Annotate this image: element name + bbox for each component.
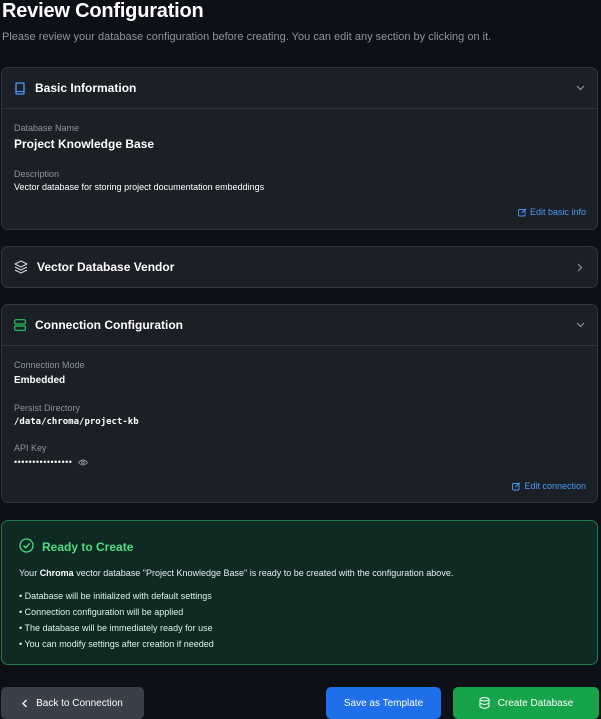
api-key-value: •••••••••••••••• (14, 457, 73, 467)
page-subtitle: Please review your database configuratio… (2, 31, 492, 43)
persist-directory-label: Persist Directory (14, 403, 81, 413)
api-key-label: API Key (14, 443, 47, 453)
api-key-row: •••••••••••••••• (14, 457, 89, 467)
edit-connection-link[interactable]: Edit connection (512, 481, 586, 491)
page-title: Review Configuration (2, 0, 204, 22)
connection-mode-label: Connection Mode (14, 360, 85, 370)
list-item: • Database will be initialized with defa… (19, 591, 212, 601)
connection-title: Connection Configuration (35, 318, 183, 332)
description-value: Vector database for storing project docu… (14, 182, 265, 192)
save-as-template-button[interactable]: Save as Template (326, 687, 441, 719)
edit-basic-info-link[interactable]: Edit basic info (518, 207, 586, 217)
persist-directory-value: /data/chroma/project-kb (14, 417, 139, 427)
edit-icon (512, 481, 521, 491)
ready-text-suffix: vector database "Project Knowledge Base"… (73, 568, 454, 578)
edit-connection-label: Edit connection (524, 481, 586, 491)
list-item: • You can modify settings after creation… (19, 639, 214, 649)
database-icon (479, 697, 490, 709)
server-icon (14, 319, 26, 331)
ready-to-create-panel: Ready to Create Your Chroma vector datab… (1, 520, 598, 665)
check-circle-icon (19, 538, 34, 558)
ready-description: Your Chroma vector database "Project Kno… (19, 568, 453, 578)
database-name-label: Database Name (14, 123, 80, 133)
chevron-down-icon[interactable] (575, 83, 585, 93)
ready-text-prefix: Your (19, 568, 40, 578)
divider (2, 345, 597, 346)
connection-header[interactable]: Connection Configuration (2, 305, 597, 345)
ready-list: • Database will be initialized with defa… (19, 588, 214, 652)
back-button-label: Back to Connection (36, 697, 123, 709)
ready-title: Ready to Create (42, 540, 134, 554)
vendor-title: Vector Database Vendor (37, 260, 175, 274)
edit-basic-info-label: Edit basic info (529, 207, 586, 217)
list-item: • Connection configuration will be appli… (19, 607, 184, 617)
basic-info-card: Basic Information Database Name Project … (1, 67, 598, 230)
chevron-down-icon[interactable] (575, 320, 585, 330)
connection-mode-value: Embedded (14, 375, 66, 386)
chevron-right-icon[interactable] (575, 262, 585, 272)
divider (2, 108, 597, 109)
create-button-label: Create Database (497, 697, 574, 709)
edit-icon (518, 207, 527, 217)
vendor-header[interactable]: Vector Database Vendor (2, 247, 597, 287)
basic-info-title: Basic Information (35, 81, 137, 95)
back-to-connection-button[interactable]: Back to Connection (1, 687, 144, 719)
eye-icon[interactable] (78, 459, 89, 466)
book-icon (14, 81, 26, 95)
vendor-card: Vector Database Vendor (1, 246, 598, 288)
database-name-value: Project Knowledge Base (14, 137, 155, 151)
review-configuration-page: Review Configuration Please review your … (0, 0, 601, 719)
basic-info-header[interactable]: Basic Information (2, 68, 597, 108)
layers-icon (14, 260, 28, 274)
chevron-left-icon (22, 699, 28, 708)
description-label: Description (14, 169, 60, 179)
vendor-name: Chroma (39, 568, 74, 578)
create-database-button[interactable]: Create Database (453, 687, 599, 719)
connection-card: Connection Configuration Connection Mode… (1, 304, 598, 503)
template-button-label: Save as Template (343, 697, 424, 709)
list-item: • The database will be immediately ready… (19, 623, 213, 633)
